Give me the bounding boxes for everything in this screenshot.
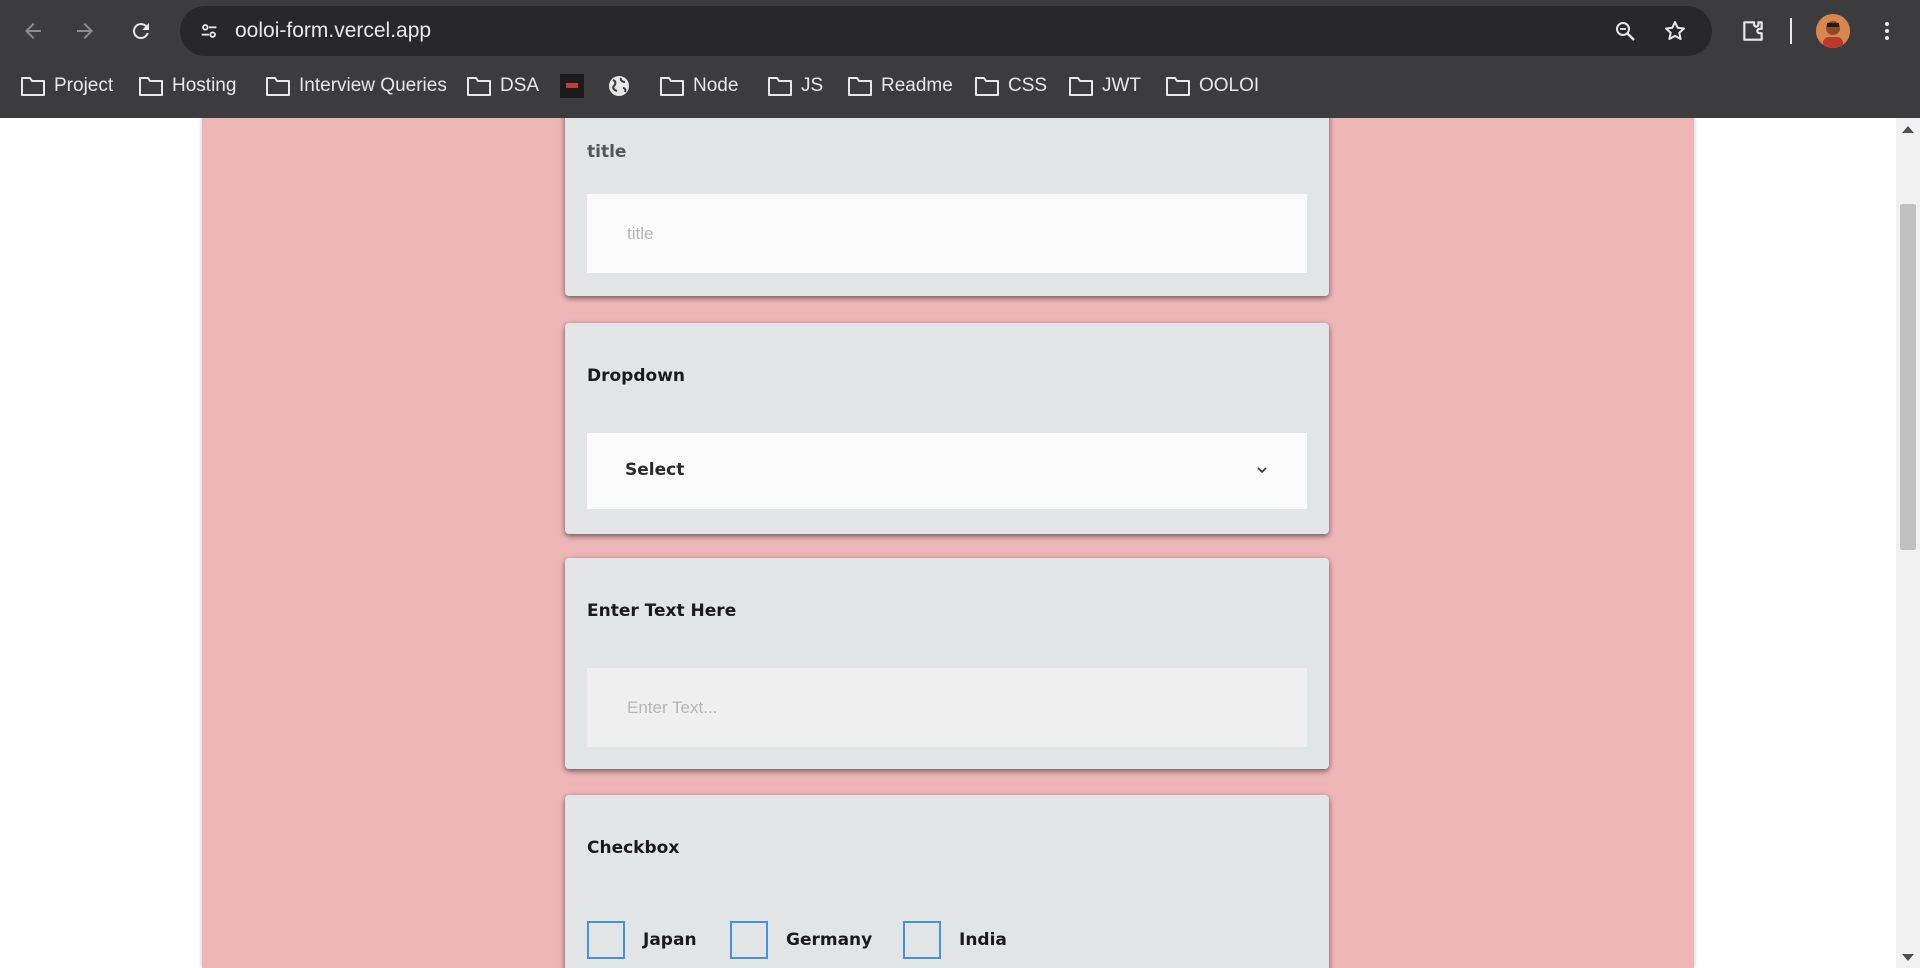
checkbox-option-label: Japan	[643, 930, 697, 950]
extensions-icon[interactable]	[1734, 12, 1772, 50]
chevron-down-icon	[1257, 467, 1267, 474]
browser-chrome: ooloi-form.vercel.app Project Hosting In…	[0, 0, 1920, 118]
dropdown-label: Dropdown	[587, 366, 685, 386]
profile-avatar[interactable]	[1816, 14, 1850, 48]
bookmark-dsa[interactable]: DSA	[466, 70, 539, 102]
bookmark-label: Interview Queries	[299, 75, 447, 96]
vertical-scrollbar[interactable]	[1896, 118, 1920, 968]
bookmark-star-icon[interactable]	[1662, 18, 1688, 44]
bookmarks-bar: Project Hosting Interview Queries DSA No…	[0, 66, 1920, 106]
zoom-icon[interactable]	[1612, 18, 1638, 44]
bookmark-interview-queries[interactable]: Interview Queries	[265, 70, 447, 102]
folder-icon	[975, 77, 999, 96]
title-label: title	[587, 142, 627, 162]
bookmark-ooloi[interactable]: OOLOI	[1165, 70, 1259, 102]
reload-button[interactable]	[122, 12, 160, 50]
page-viewport: title Dropdown Select Enter Text Here Ch…	[0, 118, 1920, 968]
bookmark-label: CSS	[1008, 75, 1048, 96]
title-card: title	[565, 118, 1329, 296]
reload-icon	[132, 23, 149, 40]
folder-icon	[266, 77, 290, 96]
dropdown-card: Dropdown Select	[565, 323, 1329, 534]
bookmark-label: JS	[801, 75, 824, 96]
checkbox-option-india[interactable]: India	[903, 921, 1007, 959]
checkbox[interactable]	[730, 921, 768, 959]
dropdown-selected-value: Select	[625, 460, 685, 480]
folder-icon	[139, 77, 163, 96]
back-button[interactable]	[14, 12, 52, 50]
text-input[interactable]	[587, 668, 1307, 747]
bookmark-label: Node	[693, 75, 739, 96]
arrow-left-icon	[25, 23, 41, 39]
toolbar-separator	[1790, 18, 1792, 44]
bookmark-node[interactable]: Node	[659, 70, 738, 102]
bookmark-jwt[interactable]: JWT	[1068, 70, 1141, 102]
bookmark-globe[interactable]	[607, 70, 631, 102]
bookmark-label: DSA	[500, 75, 540, 96]
checkbox-label: Checkbox	[587, 838, 680, 858]
bookmark-label: Readme	[881, 75, 953, 96]
url-text[interactable]: ooloi-form.vercel.app	[235, 19, 431, 43]
scroll-down-arrow-icon[interactable]	[1902, 954, 1914, 961]
checkbox-option-label: Germany	[786, 930, 873, 950]
title-input[interactable]	[587, 194, 1307, 273]
arrow-right-icon	[77, 23, 93, 39]
folder-icon	[21, 77, 45, 96]
bookmark-label: OOLOI	[1199, 75, 1260, 96]
text-label: Enter Text Here	[587, 601, 737, 621]
folder-icon	[768, 77, 792, 96]
bookmark-site[interactable]	[560, 70, 584, 102]
scrollbar-thumb[interactable]	[1900, 204, 1916, 550]
checkbox-card: Checkbox Japan Germany India	[565, 795, 1329, 968]
dropdown-select[interactable]: Select	[587, 433, 1307, 509]
site-info-icon[interactable]	[192, 15, 226, 47]
folder-icon	[467, 77, 491, 96]
bookmark-readme[interactable]: Readme	[847, 70, 953, 102]
checkbox-option-germany[interactable]: Germany	[730, 921, 872, 959]
menu-kebab-icon[interactable]	[1868, 12, 1906, 50]
bookmark-label: Hosting	[172, 75, 237, 96]
bookmark-project[interactable]: Project	[20, 70, 113, 102]
text-card: Enter Text Here	[565, 558, 1329, 769]
bookmark-label: JWT	[1102, 75, 1142, 96]
bookmark-hosting[interactable]: Hosting	[138, 70, 236, 102]
bookmark-label: Project	[54, 75, 114, 96]
site-favicon	[560, 74, 584, 98]
checkbox[interactable]	[903, 921, 941, 959]
checkbox-option-label: India	[959, 930, 1007, 950]
bookmark-css[interactable]: CSS	[974, 70, 1047, 102]
checkbox-option-japan[interactable]: Japan	[587, 921, 697, 959]
bookmark-js[interactable]: JS	[767, 70, 823, 102]
folder-icon	[1166, 77, 1190, 96]
forward-button[interactable]	[66, 12, 104, 50]
globe-icon	[609, 76, 629, 96]
folder-icon	[848, 77, 872, 96]
address-bar[interactable]: ooloi-form.vercel.app	[180, 6, 1712, 56]
checkbox[interactable]	[587, 921, 625, 959]
folder-icon	[660, 77, 684, 96]
folder-icon	[1069, 77, 1093, 96]
scroll-up-arrow-icon[interactable]	[1902, 126, 1914, 133]
